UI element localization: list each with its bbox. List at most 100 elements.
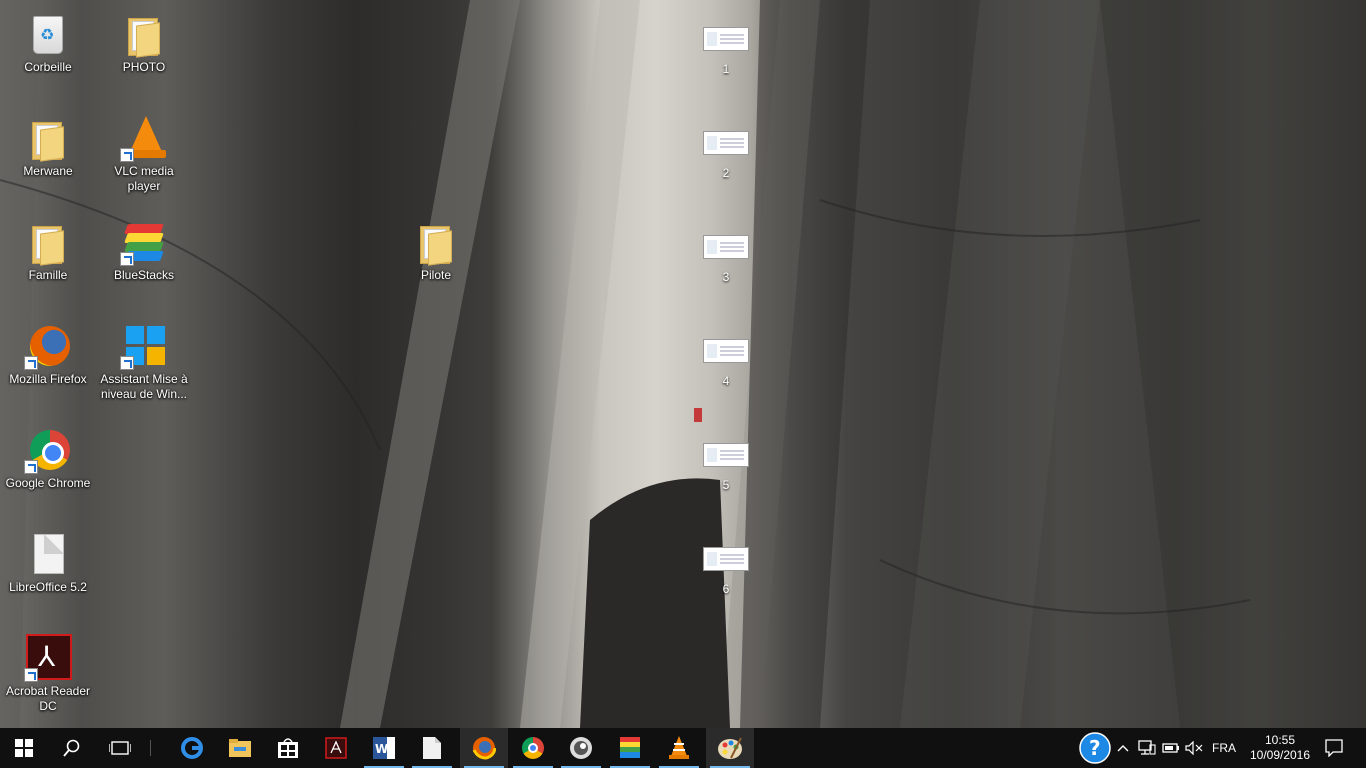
desktop-icon-windows-upgrade-assistant[interactable]: Assistant Mise à niveau de Win...	[96, 318, 192, 418]
desktop-icon-libreoffice[interactable]: LibreOffice 5.2	[0, 526, 96, 626]
desktop-icon-label: Corbeille	[24, 60, 72, 74]
desktop-item-5[interactable]: 5	[702, 443, 750, 515]
desktop-icon-label: Google Chrome	[5, 476, 91, 490]
svg-text:?: ?	[1089, 736, 1101, 760]
taskbar-app-vlc[interactable]	[655, 728, 703, 768]
eye-app-icon	[570, 737, 592, 759]
taskbar-app-paint[interactable]	[706, 728, 754, 768]
clock-date: 10/09/2016	[1249, 748, 1311, 762]
folder-icon	[128, 18, 160, 58]
taskbar-app-chrome[interactable]	[509, 728, 557, 768]
desktop-icon-vlc[interactable]: VLC media player	[96, 110, 192, 210]
task-view-icon	[109, 741, 131, 755]
network-icon	[1138, 740, 1156, 755]
desktop-icon-firefox[interactable]: Mozilla Firefox	[0, 318, 96, 418]
folder-icon	[420, 226, 452, 266]
action-center-button[interactable]	[1316, 728, 1352, 768]
desktop-item-label: 1	[722, 62, 730, 76]
desktop-item-label: 4	[722, 374, 730, 388]
desktop-icon-corbeille[interactable]: Corbeille	[0, 6, 96, 106]
desktop-item-1[interactable]: 1	[702, 27, 750, 99]
battery-tray-button[interactable]	[1160, 728, 1182, 768]
taskbar-app-file-explorer[interactable]	[216, 728, 264, 768]
folder-icon	[32, 226, 64, 266]
acrobat-icon	[325, 737, 347, 759]
desktop-icon-label: VLC media player	[114, 164, 174, 193]
window-thumbnail-icon	[703, 235, 749, 259]
task-view-button[interactable]	[96, 728, 144, 768]
taskbar-app-word[interactable]: W	[360, 728, 408, 768]
start-button[interactable]	[0, 728, 48, 768]
file-explorer-icon	[229, 739, 251, 757]
desktop-icon-label: BlueStacks	[113, 268, 175, 282]
rock-texture	[0, 0, 1366, 728]
desktop-icon-label: LibreOffice 5.2	[9, 580, 87, 594]
desktop-icon-acrobat[interactable]: Acrobat Reader DC	[0, 630, 96, 730]
recycle-bin-icon	[33, 16, 63, 54]
taskbar: W ? FRA 10:55 10/09/2016	[0, 728, 1366, 768]
window-thumbnail-icon	[703, 547, 749, 571]
window-thumbnail-icon	[703, 339, 749, 363]
window-thumbnail-icon	[703, 27, 749, 51]
shortcut-arrow-icon	[24, 668, 38, 682]
desktop-icon-bluestacks[interactable]: BlueStacks	[96, 214, 192, 314]
chevron-up-icon	[1117, 745, 1129, 752]
svg-text:W: W	[375, 742, 388, 756]
start-windows-icon	[15, 739, 33, 757]
clock-time: 10:55	[1264, 733, 1296, 747]
bluestacks-icon	[620, 737, 640, 758]
language-label: FRA	[1212, 741, 1236, 755]
desktop-icon-label: PHOTO	[122, 60, 166, 74]
help-icon: ?	[1079, 732, 1111, 764]
desktop-icon-pilote[interactable]: Pilote	[388, 214, 484, 314]
desktop-icon-label: Merwane	[23, 164, 73, 178]
desktop-icon-photo[interactable]: PHOTO	[96, 6, 192, 106]
taskbar-app-store[interactable]	[264, 728, 312, 768]
shortcut-arrow-icon	[120, 252, 134, 266]
desktop-icon-label: Pilote	[420, 268, 452, 282]
desktop-item-label: 5	[722, 478, 730, 492]
desktop-icon-label: Famille	[28, 268, 68, 282]
chrome-icon	[522, 737, 544, 759]
taskbar-separator	[150, 740, 151, 756]
document-icon	[34, 534, 64, 574]
vlc-icon	[126, 116, 166, 158]
window-thumbnail-icon	[703, 443, 749, 467]
desktop-item-label: 3	[722, 270, 730, 284]
desktop-icon-label: Mozilla Firefox	[9, 372, 87, 386]
taskbar-app-acrobat[interactable]	[312, 728, 360, 768]
shortcut-arrow-icon	[24, 460, 38, 474]
desktop-icon-merwane[interactable]: Merwane	[0, 110, 96, 210]
network-tray-button[interactable]	[1136, 728, 1158, 768]
taskbar-app-edge[interactable]	[168, 728, 216, 768]
search-button[interactable]	[48, 728, 96, 768]
shortcut-arrow-icon	[24, 356, 38, 370]
window-thumbnail-icon	[703, 131, 749, 155]
vlc-icon	[669, 736, 689, 759]
search-icon	[63, 739, 80, 757]
desktop-icon-chrome[interactable]: Google Chrome	[0, 422, 96, 522]
clock[interactable]: 10:55 10/09/2016	[1244, 728, 1316, 768]
desktop-item-4[interactable]: 4	[702, 339, 750, 411]
volume-tray-button[interactable]	[1183, 728, 1205, 768]
desktop-icon-label: Assistant Mise à niveau de Win...	[100, 372, 188, 401]
desktop-item-2[interactable]: 2	[702, 131, 750, 203]
taskbar-app-document[interactable]	[408, 728, 456, 768]
shortcut-arrow-icon	[120, 148, 134, 162]
firefox-icon	[472, 737, 496, 760]
desktop-item-label: 2	[722, 166, 730, 180]
language-indicator[interactable]: FRA	[1206, 728, 1242, 768]
taskbar-app-eye[interactable]	[557, 728, 605, 768]
desktop-item-6[interactable]: 6	[702, 547, 750, 619]
notification-icon	[1325, 739, 1343, 757]
taskbar-app-bluestacks[interactable]	[606, 728, 654, 768]
help-button[interactable]: ?	[1074, 728, 1116, 768]
store-icon	[278, 738, 298, 758]
paint-palette-icon	[718, 737, 742, 759]
desktop-icon-famille[interactable]: Famille	[0, 214, 96, 314]
taskbar-app-firefox[interactable]	[460, 728, 508, 768]
desktop-wallpaper	[0, 0, 1366, 728]
desktop-item-3[interactable]: 3	[702, 235, 750, 307]
show-hidden-icons-button[interactable]	[1114, 728, 1132, 768]
blank-document-icon	[423, 737, 441, 759]
